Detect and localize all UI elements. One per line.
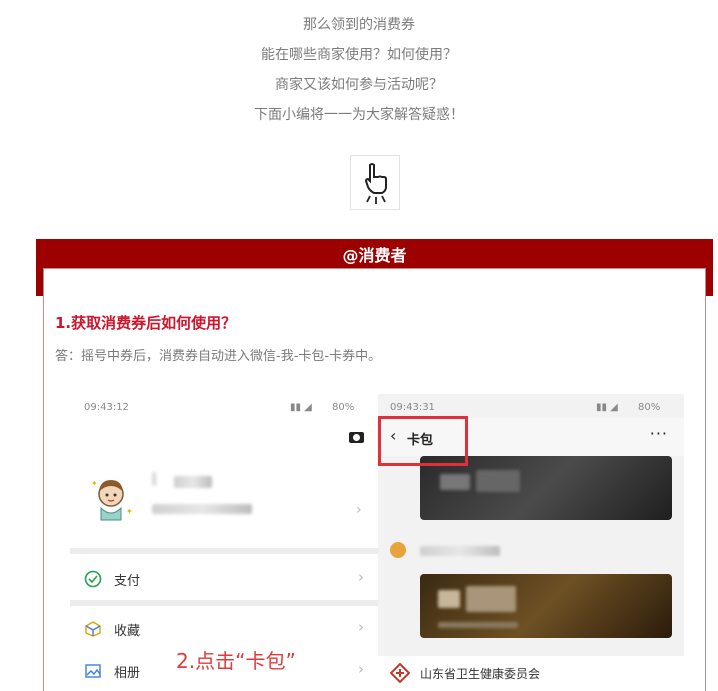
svg-text:✦: ✦: [91, 479, 98, 488]
blurred-card-text: [466, 586, 516, 612]
status-battery: 80%: [332, 402, 355, 413]
health-cross-icon: [390, 663, 410, 683]
org-label: 山东省卫生健康委员会: [420, 667, 541, 681]
banner-tab-right: [706, 268, 713, 296]
intro-line: 那么领到的消费券: [303, 17, 415, 33]
status-signal-icon: ▮▮ ◢: [290, 402, 312, 413]
pointing-hand-image: [350, 155, 400, 210]
status-battery: 80%: [638, 402, 661, 413]
status-time: 09:43:31: [390, 402, 435, 413]
more-icon[interactable]: ···: [650, 424, 668, 443]
avatar[interactable]: ✦ ✦: [86, 472, 136, 522]
chevron-right-icon: ›: [358, 568, 364, 586]
divider: [70, 600, 378, 606]
blurred-card-text: [440, 474, 470, 490]
album-image-icon: [85, 664, 101, 678]
merchant-logo-icon: [390, 542, 406, 558]
status-signal-icon: ▮▮ ◢: [596, 402, 618, 413]
menu-label: 相册: [114, 666, 141, 681]
menu-label: 支付: [114, 574, 141, 589]
list-item[interactable]: 山东省卫生健康委员会: [378, 656, 684, 691]
intro-line: 能在哪些商家使用？如何使用？: [261, 47, 457, 63]
question-title: 1.获取消费券后如何使用？: [55, 314, 237, 332]
intro-line: 下面小编将一一为大家解答疑惑！: [254, 107, 464, 123]
divider: [70, 548, 378, 554]
kabao-highlight-box: [378, 416, 468, 466]
chevron-right-icon: ›: [358, 618, 364, 636]
blurred-wechat-id: [152, 504, 252, 514]
intro-text: 那么领到的消费券 能在哪些商家使用？如何使用？ 商家又该如何参与活动呢？ 下面小…: [0, 10, 718, 130]
menu-label: 收藏: [114, 624, 141, 639]
banner-tab-left: [36, 268, 43, 296]
blurred-name: [174, 476, 212, 488]
cartoon-avatar-icon: ✦ ✦: [91, 479, 133, 521]
chevron-right-icon: ›: [358, 660, 364, 678]
blurred-card-text: [438, 590, 460, 608]
answer-text: 答：摇号中券后，消费券自动进入微信-我-卡包-卡券中。: [55, 349, 382, 364]
menu-item-favorites[interactable]: 收藏 ›: [70, 608, 378, 650]
blurred-name: [152, 472, 156, 486]
blurred-card-text: [438, 622, 518, 628]
favorites-cube-icon: [85, 621, 101, 637]
pointing-hand-icon: [364, 163, 387, 204]
camera-icon[interactable]: [349, 432, 364, 443]
pay-check-icon: [84, 570, 102, 588]
status-time: 09:43:12: [84, 402, 129, 413]
blurred-merchant-name: [420, 546, 500, 556]
menu-item-pay[interactable]: 支付 ›: [70, 558, 378, 600]
profile-chevron-icon: ›: [356, 502, 362, 518]
intro-line: 商家又该如何参与活动呢？: [275, 77, 443, 93]
step-annotation: 2.点击“卡包”: [176, 649, 296, 673]
blurred-card-text: [476, 470, 520, 492]
svg-text:✦: ✦: [126, 507, 133, 516]
card-item[interactable]: [420, 574, 672, 638]
